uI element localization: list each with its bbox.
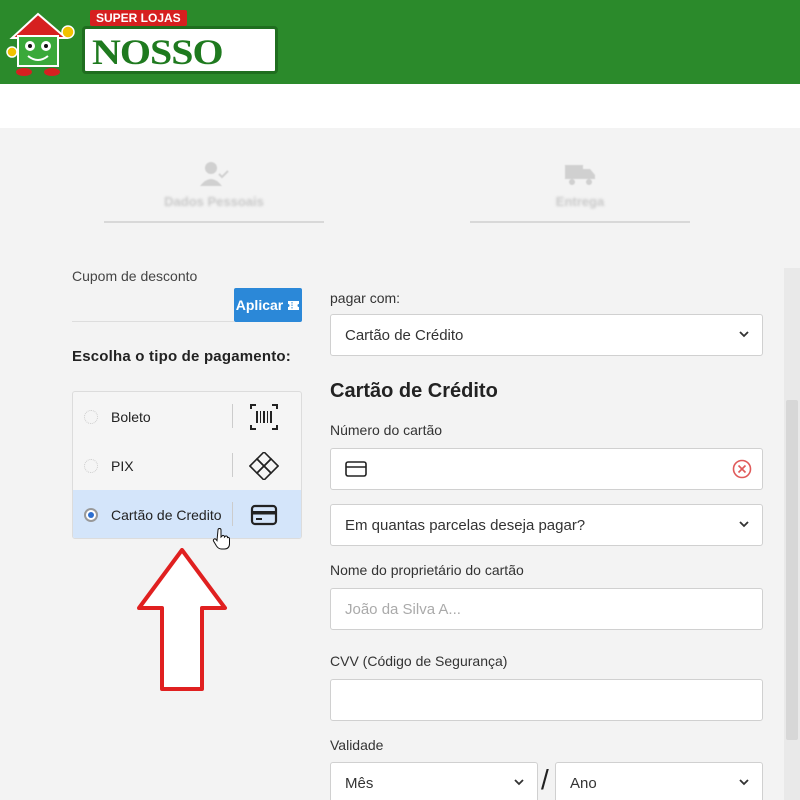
apply-coupon-button[interactable]: Aplicar bbox=[234, 288, 302, 322]
owner-name-label: Nome do proprietário do cartão bbox=[330, 562, 524, 578]
step-divider bbox=[470, 221, 690, 223]
pix-icon bbox=[249, 452, 279, 480]
scrollbar-thumb[interactable] bbox=[786, 400, 798, 740]
ticket-icon bbox=[288, 300, 300, 310]
cvv-input[interactable] bbox=[330, 679, 763, 721]
card-number-label: Número do cartão bbox=[330, 422, 443, 438]
coupon-label: Cupom de desconto bbox=[72, 268, 198, 284]
payment-option-boleto[interactable]: Boleto bbox=[73, 392, 301, 441]
owner-name-input[interactable]: João da Silva A... bbox=[330, 588, 763, 630]
step-dados-pessoais[interactable]: Dados Pessoais bbox=[104, 160, 324, 223]
truck-icon bbox=[470, 160, 690, 190]
installments-value: Em quantas parcelas deseja pagar? bbox=[345, 516, 586, 534]
error-clear-icon[interactable] bbox=[732, 459, 752, 479]
month-select[interactable]: Mês bbox=[330, 762, 538, 800]
divider bbox=[232, 453, 233, 477]
date-separator: / bbox=[541, 764, 549, 795]
step-label: Entrega bbox=[555, 194, 605, 209]
divider bbox=[232, 404, 233, 428]
year-select[interactable]: Ano bbox=[555, 762, 763, 800]
coupon-input[interactable] bbox=[72, 288, 234, 322]
mascot-house-icon bbox=[6, 12, 75, 76]
credit-card-icon bbox=[345, 461, 367, 477]
credit-card-icon bbox=[250, 504, 278, 526]
year-value: Ano bbox=[570, 774, 597, 792]
header-spacer bbox=[0, 84, 800, 128]
step-label: Dados Pessoais bbox=[164, 194, 264, 209]
payment-options: Boleto PIX Cartão de Credito bbox=[72, 391, 302, 539]
radio-cartao-selected[interactable] bbox=[84, 507, 98, 522]
chevron-down-icon bbox=[514, 779, 524, 786]
site-header: SUPER LOJAS NOSSO LAR bbox=[0, 0, 800, 115]
pay-with-value: Cartão de Crédito bbox=[345, 326, 464, 344]
step-divider bbox=[104, 221, 324, 223]
payment-option-label: Cartão de Credito bbox=[111, 506, 222, 523]
owner-name-placeholder: João da Silva A... bbox=[345, 600, 461, 618]
installments-select[interactable]: Em quantas parcelas deseja pagar? bbox=[330, 504, 763, 546]
barcode-icon bbox=[250, 404, 278, 430]
cvv-label: CVV (Código de Segurança) bbox=[330, 653, 508, 669]
step-entrega[interactable]: Entrega bbox=[470, 160, 690, 223]
payment-option-label: PIX bbox=[111, 457, 134, 474]
logo-tagline: SUPER LOJAS bbox=[90, 10, 187, 26]
payment-type-title: Escolha o tipo de pagamento: bbox=[72, 348, 291, 365]
chevron-down-icon bbox=[739, 331, 749, 338]
radio-pix[interactable] bbox=[84, 458, 98, 473]
validity-label: Validade bbox=[330, 737, 384, 753]
payment-option-pix[interactable]: PIX bbox=[73, 441, 301, 490]
pay-with-label: pagar com: bbox=[330, 290, 401, 306]
divider bbox=[232, 502, 233, 526]
payment-option-cartao[interactable]: Cartão de Credito bbox=[73, 490, 301, 538]
chevron-down-icon bbox=[739, 521, 749, 528]
user-check-icon bbox=[104, 160, 324, 190]
radio-boleto[interactable] bbox=[84, 409, 98, 424]
credit-card-section-title: Cartão de Crédito bbox=[330, 380, 498, 402]
store-logo[interactable]: SUPER LOJAS NOSSO LAR bbox=[6, 4, 278, 115]
payment-option-label: Boleto bbox=[111, 408, 151, 425]
chevron-down-icon bbox=[739, 779, 749, 786]
pay-with-select[interactable]: Cartão de Crédito bbox=[330, 314, 763, 356]
apply-button-label: Aplicar bbox=[235, 297, 284, 313]
red-arrow-annotation bbox=[137, 548, 227, 691]
card-number-input[interactable] bbox=[330, 448, 763, 490]
month-value: Mês bbox=[345, 774, 374, 792]
hand-cursor-icon bbox=[212, 528, 230, 550]
